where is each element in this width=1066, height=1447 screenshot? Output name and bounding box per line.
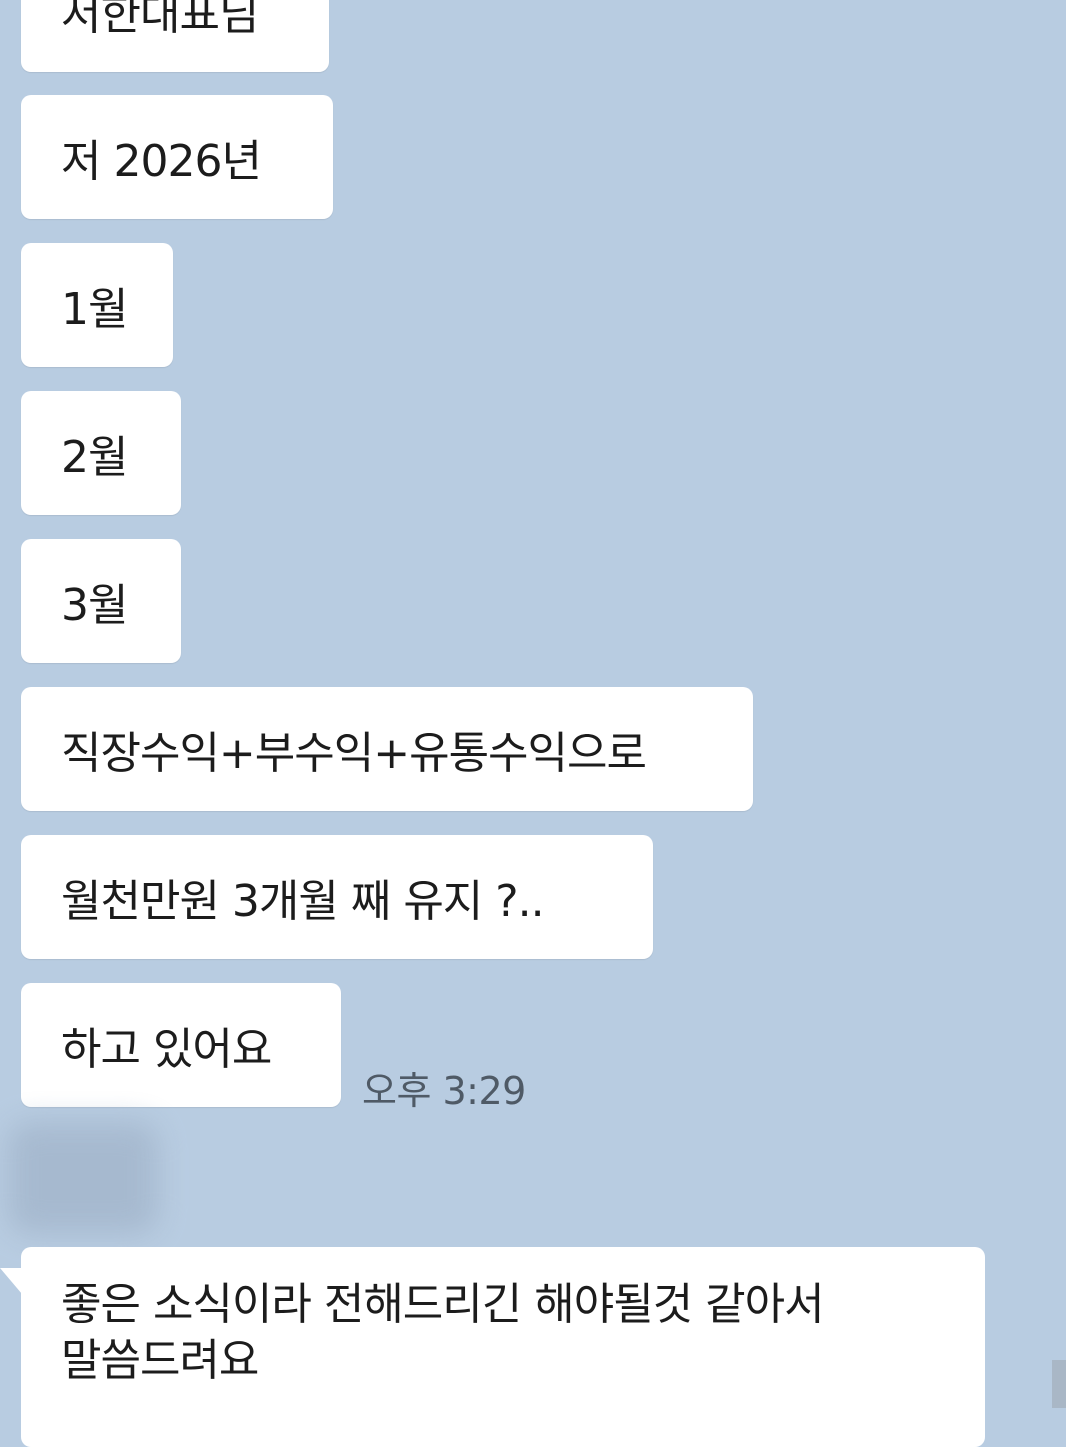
message-text: 2월 xyxy=(61,432,128,483)
reply-text-line-1: 좋은 소식이라 전해드리긴 해야될것 같아서 xyxy=(61,1279,825,1330)
message-bubble[interactable]: 2월 xyxy=(21,391,181,515)
message-bubble[interactable]: 직장수익+부수익+유통수익으로 xyxy=(21,687,753,811)
message-bubble[interactable]: 저한대표님 xyxy=(21,0,329,72)
message-text: 3월 xyxy=(61,580,128,631)
message-bubble[interactable]: 하고 있어요 xyxy=(21,983,341,1107)
message-bubble[interactable]: 3월 xyxy=(21,539,181,663)
reply-message-bubble[interactable]: 좋은 소식이라 전해드리긴 해야될것 같아서 말씀드려요 xyxy=(21,1247,985,1447)
message-text: 하고 있어요 xyxy=(61,1024,272,1075)
message-bubble[interactable]: 저 2026년 xyxy=(21,95,333,219)
reply-text-line-2: 말씀드려요 xyxy=(61,1335,259,1386)
message-timestamp: 오후 3:29 xyxy=(362,1069,526,1113)
avatar[interactable] xyxy=(8,1122,158,1234)
message-bubble[interactable]: 월천만원 3개월 째 유지 ?.. xyxy=(21,835,653,959)
scrollbar-edge xyxy=(1052,1360,1066,1408)
bubble-tail xyxy=(0,1268,22,1294)
message-text: 저 2026년 xyxy=(61,136,262,187)
message-text: 직장수익+부수익+유통수익으로 xyxy=(61,728,647,779)
message-text: 1월 xyxy=(61,284,128,335)
chat-window: 저한대표님 저 2026년 1월 2월 3월 직장수익+부수익+유통수익으로 월… xyxy=(0,0,1066,1447)
message-text: 월천만원 3개월 째 유지 ?.. xyxy=(61,876,545,927)
message-bubble[interactable]: 1월 xyxy=(21,243,173,367)
message-text: 저한대표님 xyxy=(61,0,259,40)
